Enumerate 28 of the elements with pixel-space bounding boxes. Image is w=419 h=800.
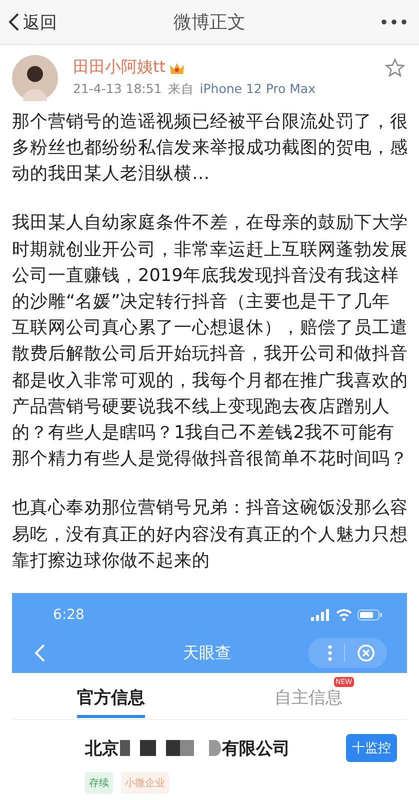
chevron-left-icon <box>8 12 20 32</box>
battery-icon <box>357 609 383 621</box>
wifi-icon <box>336 609 352 621</box>
more-icon[interactable] <box>381 19 407 26</box>
signal-icon <box>311 609 331 621</box>
post-paragraph: 那个营销号的造谣视频已经被平台限流处罚了，很多粉丝也都纷纷私信发来举报成功截图的贺电，感动的我田某人老泪纵横… <box>12 110 408 186</box>
tab[interactable]: 官方信息 <box>76 680 145 718</box>
status-time: 6:28 <box>53 607 86 623</box>
menu-capsule[interactable] <box>308 638 387 668</box>
avatar[interactable] <box>12 54 58 101</box>
app-title: 天眼查 <box>182 642 232 664</box>
star-icon[interactable] <box>385 58 405 78</box>
crown-icon <box>168 60 185 75</box>
author-name[interactable]: 田田小阿姨tt <box>73 57 166 78</box>
company-name: 北京 <box>85 738 119 760</box>
status-tag: 存续 <box>85 772 113 794</box>
company-name: 有限公司 <box>222 738 290 760</box>
post-paragraph: 我田某人自幼家庭条件不差，在母亲的鼓励下大学时期就创业开公司，非常幸运赶上互联网蓬勃发展公司一直赚钱，2019年底我发现抖音没有我这样的沙雕“名媛”决定转行抖音（主要也是干了几年互联网公司真心累了一心想退休），赔偿了员工遣散费后解散公司后开始玩抖音，我开公司和做抖音都是收入非常可观的，我每个月都在推广我喜欢的产品营销号硬要说我不线上变现跑去夜店蹭别人的？有些人是瞎吗？1我自己不差钱2我不可能有那个精力有些人是觉得做抖音很简单不花时间吗？ <box>12 212 408 472</box>
source-link[interactable]: iPhone 12 Pro Max <box>200 81 316 98</box>
post-paragraph: 也真心奉劝那位营销号兄弟：抖音这碗饭没那么容易吃，没有真正的好内容没有真正的个人魅力只想靠打擦边球你做不起来的 <box>12 497 408 573</box>
back-button[interactable]: 返回 <box>8 10 57 34</box>
source-label: 来自 <box>168 81 194 98</box>
post-time: 21-4-13 18:51 <box>73 81 162 98</box>
page-title: 微博正文 <box>172 11 246 34</box>
status-tag: 小微企业 <box>121 772 169 794</box>
chevron-left-icon[interactable] <box>34 643 46 663</box>
close-icon[interactable] <box>357 644 375 662</box>
monitor-button[interactable]: 十监控 <box>346 734 397 762</box>
